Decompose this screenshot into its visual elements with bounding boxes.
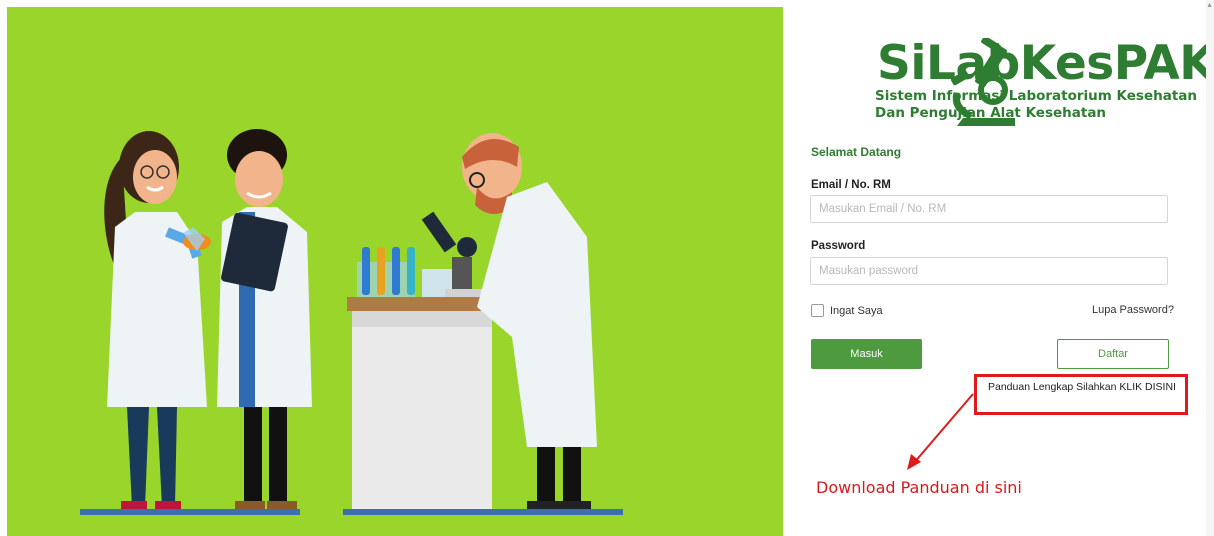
login-panel: SiLabKesPAK Sistem Informasi Laboratoriu… (783, 0, 1214, 536)
login-button[interactable]: Masuk (811, 339, 922, 369)
app-subtitle-line1: Sistem Informasi Laboratorium Kesehatan (875, 88, 1198, 104)
scientist-woman (104, 131, 211, 509)
password-field[interactable] (810, 257, 1168, 285)
app-brand: SiLabKesPAK (877, 36, 1214, 91)
app-subtitle-line2: Dan Pengujian Alat Kesehatan (875, 105, 1107, 121)
guide-download-link[interactable]: Panduan Lengkap Silahkan KLIK DISINI (988, 381, 1176, 393)
hero-illustration (7, 7, 783, 536)
lab-scientists-illustration (80, 129, 623, 515)
page-scrollbar[interactable]: ▲ (1206, 0, 1214, 536)
download-annotation: Download Panduan di sini (816, 478, 1022, 497)
arrow-icon (907, 393, 974, 470)
password-label: Password (811, 240, 866, 252)
app-subtitle: Sistem Informasi Laboratorium Kesehatan … (875, 88, 1197, 122)
scroll-up-icon[interactable]: ▲ (1206, 2, 1213, 9)
scientist-man-clipboard (217, 129, 312, 509)
remember-me[interactable]: Ingat Saya (811, 304, 883, 317)
lab-table (347, 247, 497, 509)
email-field[interactable] (810, 195, 1168, 223)
remember-me-label: Ingat Saya (830, 304, 883, 317)
checkbox-icon[interactable] (811, 304, 824, 317)
forgot-password-link[interactable]: Lupa Password? (1092, 304, 1174, 316)
register-button[interactable]: Daftar (1057, 339, 1169, 369)
email-label: Email / No. RM (811, 179, 891, 191)
welcome-heading: Selamat Datang (811, 145, 902, 159)
